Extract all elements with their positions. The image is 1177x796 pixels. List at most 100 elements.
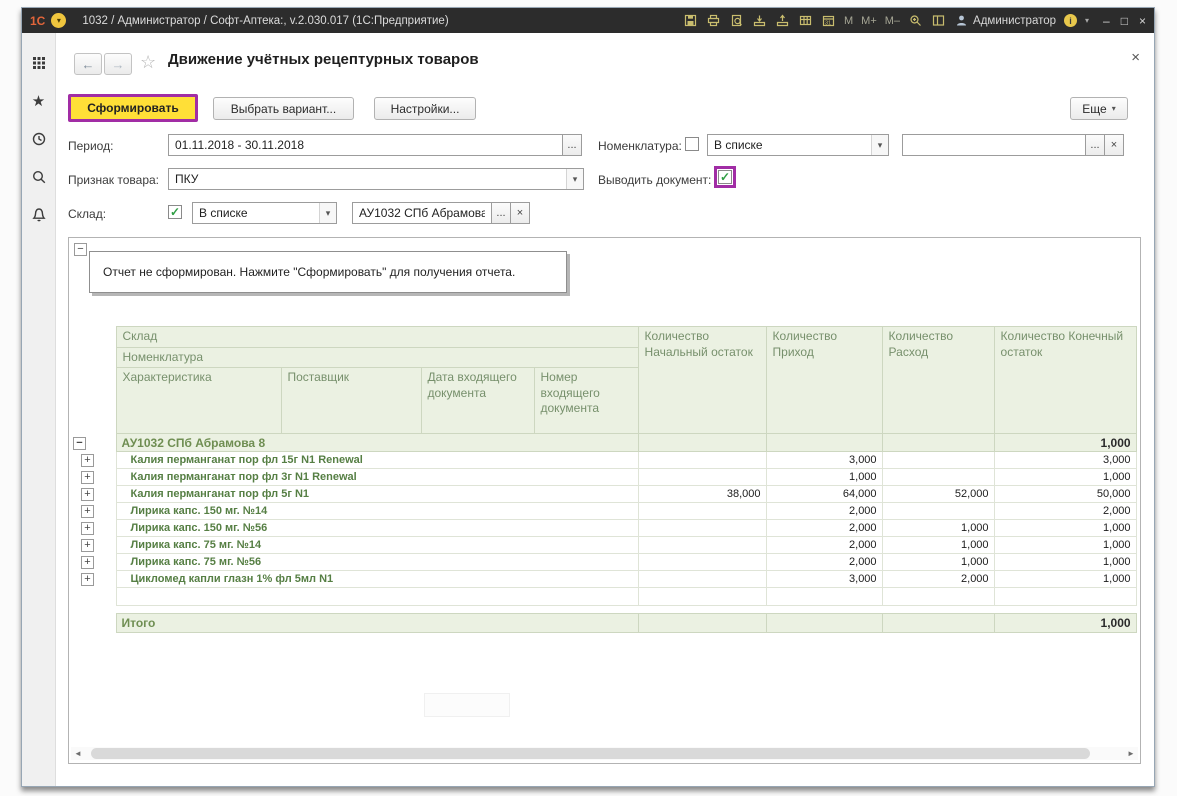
close-form-icon[interactable]: ×	[1131, 49, 1140, 66]
nomenclature-clear-button[interactable]: ×	[1104, 134, 1124, 156]
panel-icon[interactable]	[931, 13, 946, 28]
settings-button[interactable]: Настройки...	[374, 97, 476, 120]
memory-m-plus-button[interactable]: M+	[861, 15, 877, 27]
horizontal-scrollbar[interactable]: ◄ ►	[71, 747, 1138, 760]
report-row-container: − АУ1032 СПб Абрамова 8 1,000 + Калия пе…	[69, 434, 1136, 588]
chevron-down-icon: ▾	[871, 135, 888, 155]
expand-icon[interactable]: +	[81, 522, 94, 535]
select-variant-button[interactable]: Выбрать вариант...	[213, 97, 354, 120]
back-button[interactable]: ←	[74, 53, 102, 75]
period-ellipsis-button[interactable]: ...	[562, 134, 582, 156]
memory-m-button[interactable]: M	[844, 15, 853, 27]
scrollbar-thumb[interactable]	[91, 748, 1090, 759]
qty-income-cell: 64,000	[766, 486, 882, 503]
warehouse-label: Склад:	[68, 207, 106, 221]
spacer-row	[69, 606, 1136, 614]
expand-icon[interactable]: +	[81, 505, 94, 518]
collapse-all-icon[interactable]: −	[74, 243, 87, 256]
table-row[interactable]: + Лирика капс. 75 мг. №14 2,000 1,000 1,…	[69, 537, 1136, 554]
qty-start-cell	[638, 554, 766, 571]
expand-icon[interactable]: +	[81, 573, 94, 586]
period-input[interactable]	[168, 134, 563, 156]
table-row[interactable]: + Лирика капс. 75 мг. №56 2,000 1,000 1,…	[69, 554, 1136, 571]
total-row: Итого 1,000	[69, 614, 1136, 633]
search-icon[interactable]	[30, 169, 48, 187]
warehouse-clear-button[interactable]: ×	[510, 202, 530, 224]
favorite-star-icon[interactable]: ☆	[140, 52, 156, 73]
qty-expense-cell: 1,000	[882, 537, 994, 554]
minimize-button[interactable]: –	[1103, 14, 1110, 28]
favorites-star-icon[interactable]: ★	[30, 93, 48, 111]
chevron-down-icon: ▾	[566, 169, 583, 189]
nomenclature-label: Номенклатура:	[598, 139, 682, 153]
page-title: Движение учётных рецептурных товаров	[168, 51, 479, 68]
table-row[interactable]: + Цикломед капли глазн 1% фл 5мл N1 3,00…	[69, 571, 1136, 588]
main-menu-button[interactable]: ▾	[51, 13, 66, 28]
generate-button[interactable]: Сформировать	[68, 94, 198, 122]
notifications-bell-icon[interactable]	[30, 207, 48, 225]
show-document-checkbox[interactable]: ✓	[718, 170, 732, 184]
show-document-highlight: ✓	[714, 166, 736, 188]
qty-expense-cell: 1,000	[882, 554, 994, 571]
nomenclature-value-input[interactable]	[902, 134, 1086, 156]
preview-icon[interactable]	[729, 13, 744, 28]
info-icon[interactable]: i	[1064, 14, 1077, 27]
nomenclature-mode-combo[interactable]: В списке ▾	[707, 134, 889, 156]
expand-icon[interactable]: +	[81, 556, 94, 569]
warehouse-checkbox[interactable]: ✓	[168, 205, 182, 219]
warehouse-ellipsis-button[interactable]: ...	[491, 202, 511, 224]
info-dropdown-icon[interactable]: ▾	[1085, 16, 1089, 25]
forward-arrow-icon: →	[112, 57, 125, 72]
table-row[interactable]: + Калия перманганат пор фл 5г N1 38,000 …	[69, 486, 1136, 503]
collapse-icon[interactable]: −	[73, 437, 86, 450]
calendar-icon[interactable]: 31	[821, 13, 836, 28]
expand-icon[interactable]: +	[81, 539, 94, 552]
table-row[interactable]: + Калия перманганат пор фл 15г N1 Renewa…	[69, 452, 1136, 469]
report-table: Склад Количество Начальный остаток Колич…	[69, 326, 1137, 633]
qty-start-cell	[638, 503, 766, 520]
maximize-button[interactable]: □	[1121, 14, 1128, 28]
close-window-button[interactable]: ×	[1139, 14, 1146, 28]
nomenclature-checkbox[interactable]	[685, 137, 699, 151]
export-icon[interactable]	[752, 13, 767, 28]
print-icon[interactable]	[706, 13, 721, 28]
col-header-qty-start: Количество Начальный остаток	[638, 327, 766, 434]
expand-icon[interactable]: +	[81, 471, 94, 484]
qty-expense-cell	[882, 452, 994, 469]
zoom-icon[interactable]	[908, 13, 923, 28]
save-icon[interactable]	[683, 13, 698, 28]
col-header-characteristic: Характеристика	[116, 368, 281, 434]
more-button[interactable]: Еще▾	[1070, 97, 1128, 120]
warehouse-value-input[interactable]	[352, 202, 492, 224]
forward-button[interactable]: →	[104, 53, 132, 75]
placeholder-box	[424, 693, 510, 717]
qty-end-cell: 1,000	[994, 520, 1136, 537]
col-header-doc-date: Дата входящего документа	[421, 368, 534, 434]
qty-end-cell: 2,000	[994, 503, 1136, 520]
expand-icon[interactable]: +	[81, 488, 94, 501]
menu-grid-icon[interactable]	[30, 55, 48, 73]
scrollbar-track[interactable]	[85, 747, 1124, 760]
warehouse-mode-combo[interactable]: В списке ▾	[192, 202, 337, 224]
scroll-right-icon[interactable]: ►	[1124, 749, 1138, 758]
import-icon[interactable]	[775, 13, 790, 28]
expand-icon[interactable]: +	[81, 454, 94, 467]
table-row[interactable]: + Лирика капс. 150 мг. №14 2,000 2,000	[69, 503, 1136, 520]
table-row[interactable]: + Лирика капс. 150 мг. №56 2,000 1,000 1…	[69, 520, 1136, 537]
scroll-left-icon[interactable]: ◄	[71, 749, 85, 758]
table-icon[interactable]	[798, 13, 813, 28]
header-row-1: Склад Количество Начальный остаток Колич…	[69, 327, 1136, 348]
qty-end-cell: 1,000	[994, 554, 1136, 571]
window-controls: – □ ×	[1103, 14, 1146, 28]
table-row[interactable]: + Калия перманганат пор фл 3г N1 Renewal…	[69, 469, 1136, 486]
col-header-sklad: Склад	[116, 327, 638, 348]
current-user[interactable]: Администратор	[954, 13, 1056, 28]
nomenclature-ellipsis-button[interactable]: ...	[1085, 134, 1105, 156]
history-clock-icon[interactable]	[30, 131, 48, 149]
user-icon	[954, 13, 969, 28]
qty-income-cell: 2,000	[766, 520, 882, 537]
memory-m-minus-button[interactable]: M–	[885, 15, 900, 27]
warehouse-group-row[interactable]: − АУ1032 СПб Абрамова 8 1,000	[69, 434, 1136, 452]
svg-text:31: 31	[825, 20, 831, 26]
product-sign-combo[interactable]: ПКУ ▾	[168, 168, 584, 190]
